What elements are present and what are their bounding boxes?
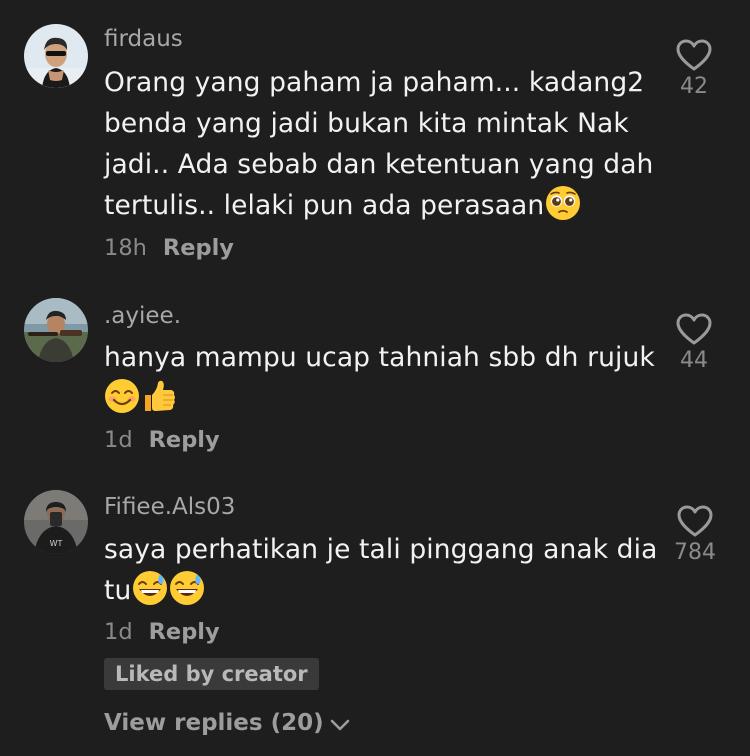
liked-by-creator-badge: Liked by creator <box>104 658 319 690</box>
comment-meta: 1d Reply <box>104 619 220 645</box>
like-button[interactable]: 42 <box>666 38 722 99</box>
comment-emoji-line <box>104 378 664 419</box>
view-replies-label: View replies (20) <box>104 710 324 736</box>
comment-text-line: tu <box>104 570 664 611</box>
avatar[interactable] <box>24 24 88 88</box>
reply-button[interactable]: Reply <box>149 427 220 453</box>
comment-text-line-part: tertulis.. lelaki pun ada perasaan <box>104 190 545 221</box>
like-count: 44 <box>680 348 708 373</box>
thumbs-up-icon <box>145 380 175 411</box>
comment-username[interactable]: firdaus <box>104 26 183 52</box>
svg-text:WT: WT <box>50 539 63 548</box>
comment-text-line: Orang yang paham ja paham... kadang2 <box>104 67 645 98</box>
reply-button[interactable]: Reply <box>163 235 234 261</box>
avatar[interactable]: WT <box>24 490 88 554</box>
comment-meta: 1d Reply <box>104 427 220 453</box>
reply-button[interactable]: Reply <box>149 619 220 645</box>
comment-timestamp: 18h <box>104 235 147 261</box>
comment-text-line: jadi.. Ada sebab dan ketentuan yang dah <box>104 149 654 180</box>
smiling-face-icon <box>105 379 139 413</box>
heart-outline-icon[interactable] <box>675 312 713 346</box>
comment-text-line: benda yang jadi bukan kita mintak Nak <box>104 108 629 139</box>
chevron-down-icon <box>330 719 349 731</box>
avatar[interactable] <box>24 298 88 362</box>
pleading-face-icon <box>546 186 581 220</box>
comment-username[interactable]: Fifiee.Als03 <box>104 494 235 520</box>
grinning-sweat-face-icon <box>133 571 168 605</box>
comment-text-line: tertulis.. lelaki pun ada perasaan <box>104 185 664 226</box>
heart-outline-icon[interactable] <box>675 38 713 72</box>
like-count: 784 <box>674 540 716 565</box>
comment-timestamp: 1d <box>104 619 133 645</box>
heart-outline-icon[interactable] <box>676 504 714 538</box>
comment-text: saya perhatikan je tali pinggang anak di… <box>104 529 664 611</box>
comment-username[interactable]: .ayiee. <box>104 303 181 329</box>
comment-text-line: saya perhatikan je tali pinggang anak di… <box>104 534 658 565</box>
like-button[interactable]: 44 <box>666 312 722 373</box>
grinning-sweat-face-icon <box>170 571 205 605</box>
like-count: 42 <box>680 74 708 99</box>
comment-text: hanya mampu ucap tahniah sbb dh rujuk <box>104 337 664 419</box>
comment-timestamp: 1d <box>104 427 133 453</box>
like-button[interactable]: 784 <box>664 504 726 565</box>
comment-meta: 18h Reply <box>104 235 234 261</box>
comment-text-line-part: tu <box>104 575 132 606</box>
view-replies-button[interactable]: View replies (20) <box>104 710 350 736</box>
comment-text: Orang yang paham ja paham... kadang2 ben… <box>104 62 664 226</box>
comment-text-line: hanya mampu ucap tahniah sbb dh rujuk <box>104 342 655 373</box>
